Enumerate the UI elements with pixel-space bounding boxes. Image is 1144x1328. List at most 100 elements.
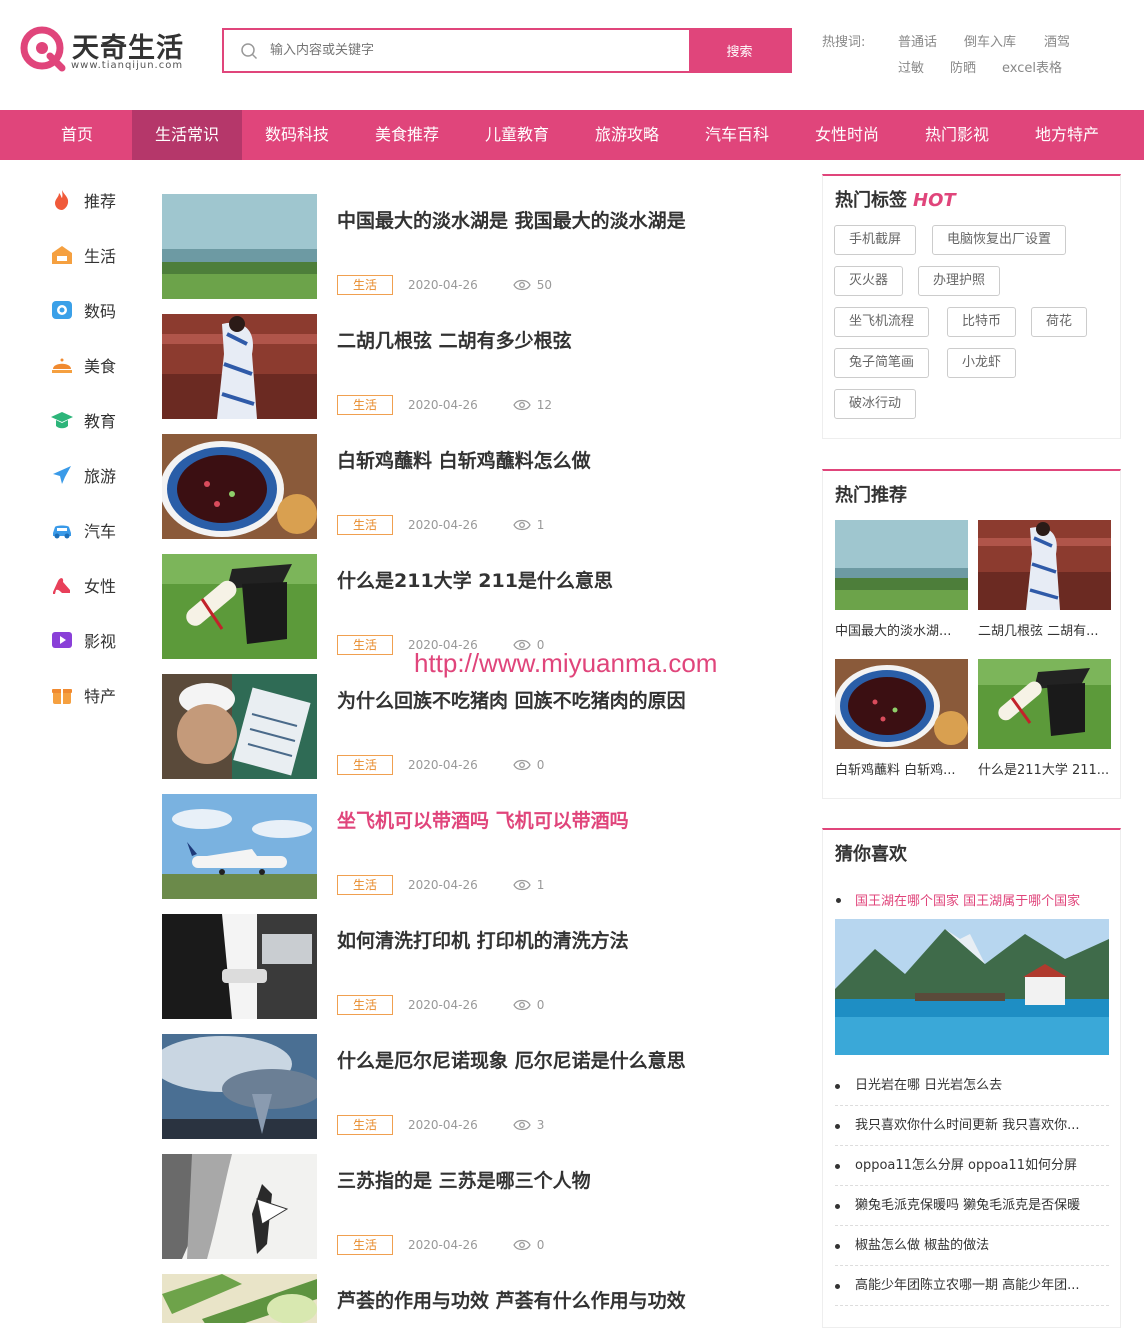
nav-item-life[interactable]: 生活常识	[132, 110, 242, 160]
hot-search-keyword[interactable]: 防晒	[950, 56, 976, 82]
article-title[interactable]: 白斩鸡蘸料 白斩鸡蘸料怎么做	[337, 446, 591, 473]
popular-tag[interactable]: 破冰行动	[834, 389, 917, 419]
guess-list-item[interactable]: oppoa11怎么分屏 oppoa11如何分屏	[835, 1146, 1109, 1186]
recommend-thumbnail[interactable]	[978, 659, 1111, 749]
article-title[interactable]: 什么是厄尔尼诺现象 厄尔尼诺是什么意思	[337, 1046, 686, 1073]
article-title[interactable]: 二胡几根弦 二胡有多少根弦	[337, 326, 572, 353]
nav-item-travel[interactable]: 旅游攻略	[572, 110, 682, 160]
popular-tag[interactable]: 小龙虾	[947, 348, 1017, 378]
sidebar-item-digital[interactable]: 数码	[40, 290, 140, 330]
article-item[interactable]: 中国最大的淡水湖是 我国最大的淡水湖是 生活 2020-04-26 50	[162, 194, 782, 299]
recommend-title[interactable]: 什么是211大学 211...	[978, 759, 1111, 778]
sidebar-item-movies[interactable]: 影视	[40, 620, 140, 660]
nav-item-specialty[interactable]: 地方特产	[1012, 110, 1122, 160]
category-tag[interactable]: 生活	[337, 755, 393, 775]
article-item[interactable]: 如何清洗打印机 打印机的清洗方法 生活 2020-04-26 0	[162, 914, 782, 1019]
popular-tag[interactable]: 坐飞机流程	[834, 307, 930, 337]
article-item[interactable]: 什么是211大学 211是什么意思 生活 2020-04-26 0	[162, 554, 782, 659]
popular-tag[interactable]: 手机截屏	[834, 225, 917, 255]
article-thumbnail[interactable]	[162, 554, 317, 659]
recommend-title[interactable]: 二胡几根弦 二胡有...	[978, 620, 1111, 639]
guess-featured-title[interactable]: 国王湖在哪个国家 国王湖属于哪个国家	[855, 890, 1080, 909]
nav-item-movies[interactable]: 热门影视	[902, 110, 1012, 160]
sidebar-item-travel[interactable]: 旅游	[40, 455, 140, 495]
article-title[interactable]: 如何清洗打印机 打印机的清洗方法	[337, 926, 629, 953]
nav-item-digital[interactable]: 数码科技	[242, 110, 352, 160]
article-title[interactable]: 什么是211大学 211是什么意思	[337, 566, 613, 593]
recommend-item[interactable]: 中国最大的淡水湖...	[835, 520, 968, 639]
hot-search-keyword[interactable]: 过敏	[898, 56, 924, 82]
nav-item-education[interactable]: 儿童教育	[462, 110, 572, 160]
article-title[interactable]: 为什么回族不吃猪肉 回族不吃猪肉的原因	[337, 686, 686, 713]
article-title[interactable]: 芦荟的作用与功效 芦荟有什么作用与功效	[337, 1286, 686, 1313]
article-item[interactable]: 二胡几根弦 二胡有多少根弦 生活 2020-04-26 12	[162, 314, 782, 419]
nav-item-car[interactable]: 汽车百科	[682, 110, 792, 160]
article-thumbnail[interactable]	[162, 674, 317, 779]
article-thumbnail[interactable]	[162, 194, 317, 299]
category-tag[interactable]: 生活	[337, 635, 393, 655]
popular-tag[interactable]: 兔子简笔画	[834, 348, 930, 378]
sidebar-item-education[interactable]: 教育	[40, 400, 140, 440]
recommend-item[interactable]: 白斩鸡蘸料 白斩鸡...	[835, 659, 968, 778]
article-title[interactable]: 坐飞机可以带酒吗 飞机可以带酒吗	[337, 806, 629, 833]
article-thumbnail[interactable]	[162, 434, 317, 539]
sidebar-item-specialty[interactable]: 特产	[40, 675, 140, 715]
recommend-item[interactable]: 二胡几根弦 二胡有...	[978, 520, 1111, 639]
recommend-thumbnail[interactable]	[978, 520, 1111, 610]
article-title[interactable]: 中国最大的淡水湖是 我国最大的淡水湖是	[337, 206, 686, 233]
article-thumbnail[interactable]	[162, 794, 317, 899]
article-title[interactable]: 三苏指的是 三苏是哪三个人物	[337, 1166, 591, 1193]
recommend-title[interactable]: 中国最大的淡水湖...	[835, 620, 968, 639]
guess-list-item[interactable]: 椒盐怎么做 椒盐的做法	[835, 1226, 1109, 1266]
recommend-thumbnail[interactable]	[835, 659, 968, 749]
sidebar-item-car[interactable]: 汽车	[40, 510, 140, 550]
category-tag[interactable]: 生活	[337, 275, 393, 295]
hot-search-keyword[interactable]: 酒驾	[1044, 30, 1070, 56]
nav-item-fashion[interactable]: 女性时尚	[792, 110, 902, 160]
hot-search-keyword[interactable]: excel表格	[1002, 56, 1062, 82]
article-item[interactable]: 三苏指的是 三苏是哪三个人物 生活 2020-04-26 0	[162, 1154, 782, 1259]
popular-tag[interactable]: 灭火器	[834, 266, 904, 296]
hot-search-keyword[interactable]: 普通话	[898, 30, 937, 56]
guess-list-item[interactable]: 高能少年团陈立农哪一期 高能少年团...	[835, 1266, 1109, 1306]
article-item[interactable]: 为什么回族不吃猪肉 回族不吃猪肉的原因 生活 2020-04-26 0	[162, 674, 782, 779]
article-thumbnail[interactable]	[162, 1274, 317, 1323]
hot-search-keyword[interactable]: 倒车入库	[964, 30, 1016, 56]
popular-tag[interactable]: 电脑恢复出厂设置	[932, 225, 1067, 255]
popular-tag[interactable]: 比特币	[947, 307, 1017, 337]
category-tag[interactable]: 生活	[337, 515, 393, 535]
article-meta: 生活 2020-04-26 0	[337, 754, 544, 776]
search-input[interactable]	[224, 30, 689, 71]
article-thumbnail[interactable]	[162, 914, 317, 1019]
recommend-item[interactable]: 什么是211大学 211...	[978, 659, 1111, 778]
site-logo[interactable]: 天奇生活 www.tianqijun.com	[20, 26, 195, 74]
popular-tag[interactable]: 办理护照	[918, 266, 1001, 296]
recommend-thumbnail[interactable]	[835, 520, 968, 610]
popular-tag[interactable]: 荷花	[1031, 307, 1088, 337]
guess-list-item[interactable]: 日光岩在哪 日光岩怎么去	[835, 1066, 1109, 1106]
guess-list-item[interactable]: 我只喜欢你什么时间更新 我只喜欢你...	[835, 1106, 1109, 1146]
article-thumbnail[interactable]	[162, 314, 317, 419]
article-thumbnail[interactable]	[162, 1034, 317, 1139]
nav-item-home[interactable]: 首页	[22, 110, 132, 160]
sidebar-item-women[interactable]: 女性	[40, 565, 140, 605]
category-tag[interactable]: 生活	[337, 1235, 393, 1255]
category-tag[interactable]: 生活	[337, 995, 393, 1015]
recommend-title[interactable]: 白斩鸡蘸料 白斩鸡...	[835, 759, 968, 778]
guess-featured-image[interactable]	[835, 919, 1109, 1055]
search-button[interactable]: 搜索	[689, 30, 790, 71]
article-item[interactable]: 什么是厄尔尼诺现象 厄尔尼诺是什么意思 生活 2020-04-26 3	[162, 1034, 782, 1139]
guess-list-item[interactable]: 獭兔毛派克保暖吗 獭兔毛派克是否保暖	[835, 1186, 1109, 1226]
category-tag[interactable]: 生活	[337, 1115, 393, 1135]
article-item[interactable]: 白斩鸡蘸料 白斩鸡蘸料怎么做 生活 2020-04-26 1	[162, 434, 782, 539]
article-date: 2020-04-26	[408, 878, 478, 892]
article-thumbnail[interactable]	[162, 1154, 317, 1259]
sidebar-item-food[interactable]: 美食	[40, 345, 140, 385]
sidebar-item-life[interactable]: 生活	[40, 235, 140, 275]
article-item[interactable]: 芦荟的作用与功效 芦荟有什么作用与功效	[162, 1274, 782, 1323]
nav-item-food[interactable]: 美食推荐	[352, 110, 462, 160]
category-tag[interactable]: 生活	[337, 395, 393, 415]
category-tag[interactable]: 生活	[337, 875, 393, 895]
sidebar-item-recommend[interactable]: 推荐	[40, 180, 140, 220]
article-item[interactable]: 坐飞机可以带酒吗 飞机可以带酒吗 生活 2020-04-26 1	[162, 794, 782, 899]
